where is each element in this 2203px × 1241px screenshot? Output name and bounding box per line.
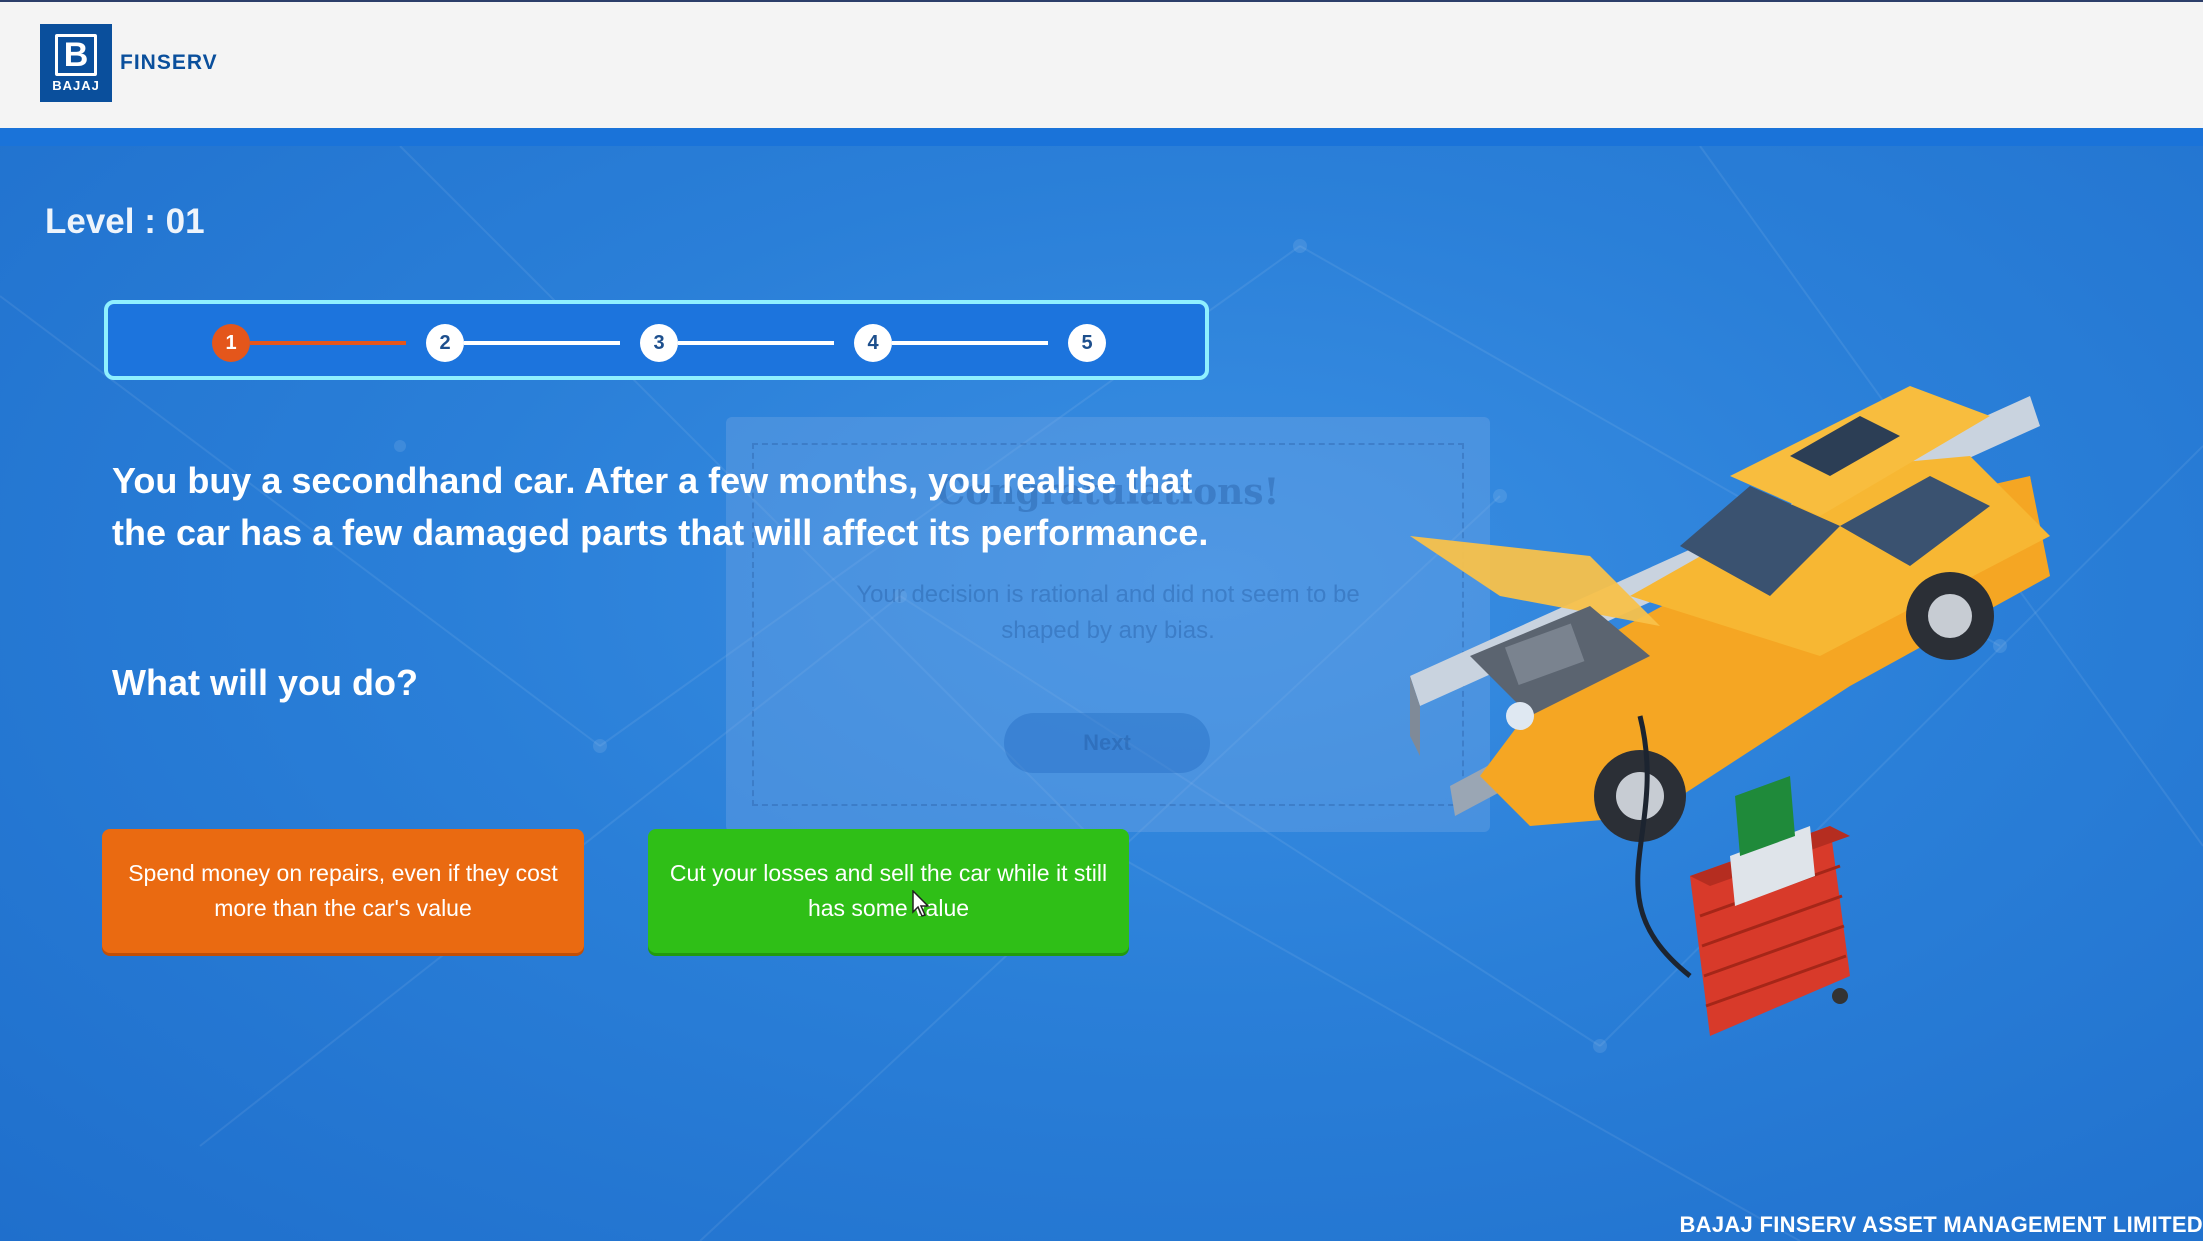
choice-repair-button[interactable]: Spend money on repairs, even if they cos… [102, 829, 584, 953]
dialog-next-button: Next [1004, 713, 1210, 773]
progress-connector [892, 341, 1048, 345]
progress-step-1: 1 [212, 324, 250, 362]
logo-small-text: BAJAJ [52, 77, 100, 93]
car-on-repair-lift-illustration [1410, 386, 2050, 1036]
progress-connector [250, 341, 406, 345]
progress-step-5: 5 [1068, 324, 1106, 362]
progress-connector [464, 341, 620, 345]
question-prompt: What will you do? [112, 662, 418, 703]
footer-company-name: BAJAJ FINSERV ASSET MANAGEMENT LIMITED [1679, 1212, 2203, 1237]
progress-step-2: 2 [426, 324, 464, 362]
logo-mark: B BAJAJ [40, 24, 112, 102]
level-indicator: Level : 01 [45, 202, 205, 241]
bajaj-finserv-logo[interactable]: B BAJAJ FINSERV [40, 24, 218, 102]
header: B BAJAJ FINSERV [0, 0, 2203, 128]
mouse-cursor-icon [912, 890, 930, 917]
question-text: You buy a secondhand car. After a few mo… [112, 460, 1209, 553]
dialog-message: Your decision is rational and did not se… [856, 581, 1360, 644]
progress-step-4: 4 [854, 324, 892, 362]
logo-text: FINSERV [120, 51, 218, 74]
choice-sell-button[interactable]: Cut your losses and sell the car while i… [648, 829, 1129, 953]
progress-step-3: 3 [640, 324, 678, 362]
logo-letter: B [54, 33, 98, 76]
progress-connector [678, 341, 834, 345]
accent-bar [0, 128, 2203, 146]
game-stage: Level : 01 1 2 3 4 5 Congratulations! Yo… [0, 146, 2203, 1241]
question-progress-tracker: 1 2 3 4 5 [104, 300, 1209, 380]
